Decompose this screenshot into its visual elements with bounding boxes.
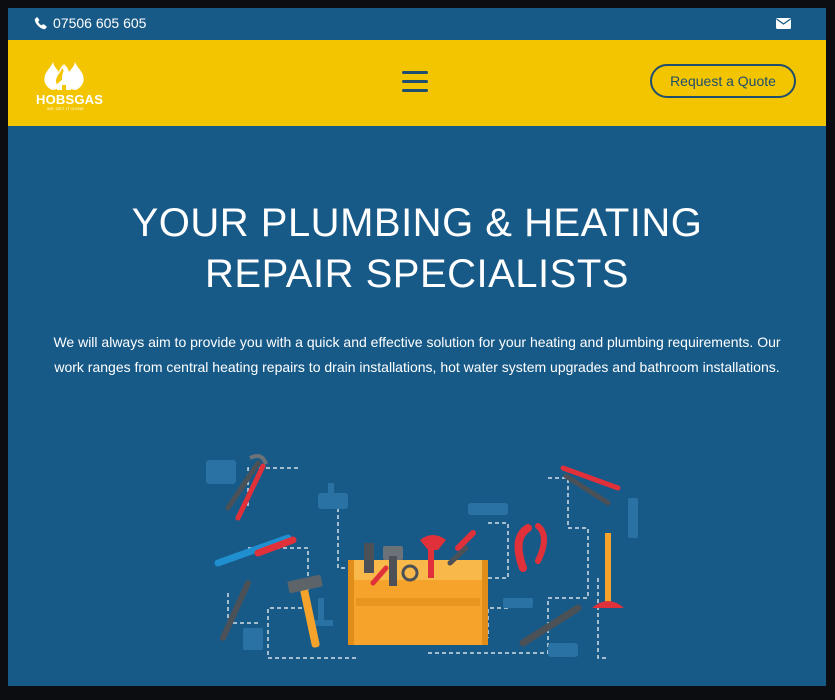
hobsgas-logo[interactable]: HOBSGAS WE GET IT DONE [32, 54, 112, 112]
flame-house-logo-icon [44, 62, 84, 90]
phone-icon [34, 17, 47, 30]
pipe-cutter-tool [514, 523, 547, 572]
page: 07506 605 605 HOBSGAS WE GET IT DONE Req… [8, 8, 826, 686]
hamburger-menu-icon[interactable] [402, 71, 428, 93]
hero-title-line-2: REPAIR SPECIALISTS [205, 252, 629, 296]
hero-description: We will always aim to provide you with a… [53, 334, 781, 375]
pliers-tool-right [560, 465, 621, 506]
phone-link[interactable]: 07506 605 605 [34, 15, 146, 31]
plunger-tool [592, 533, 624, 608]
phone-number: 07506 605 605 [53, 15, 147, 31]
logo-tagline: WE GET IT DONE [47, 106, 85, 111]
adjustable-wrench-tool [519, 604, 582, 647]
pipe-wrench-tool [214, 534, 297, 567]
site-header: HOBSGAS WE GET IT DONE Request a Quote [8, 40, 826, 126]
hero-title-line-1: YOUR PLUMBING & HEATING [131, 201, 703, 245]
logo-wordmark: HOBSGAS [36, 92, 104, 107]
toolbox-with-tools-illustration [206, 454, 638, 659]
hammer-tool [287, 574, 323, 648]
toolbox [348, 530, 488, 645]
top-contact-bar: 07506 605 605 [8, 8, 826, 40]
envelope-icon[interactable] [776, 18, 791, 29]
hero-title: YOUR PLUMBING & HEATING REPAIR SPECIALIS… [8, 198, 826, 300]
request-quote-button[interactable]: Request a Quote [650, 64, 796, 98]
